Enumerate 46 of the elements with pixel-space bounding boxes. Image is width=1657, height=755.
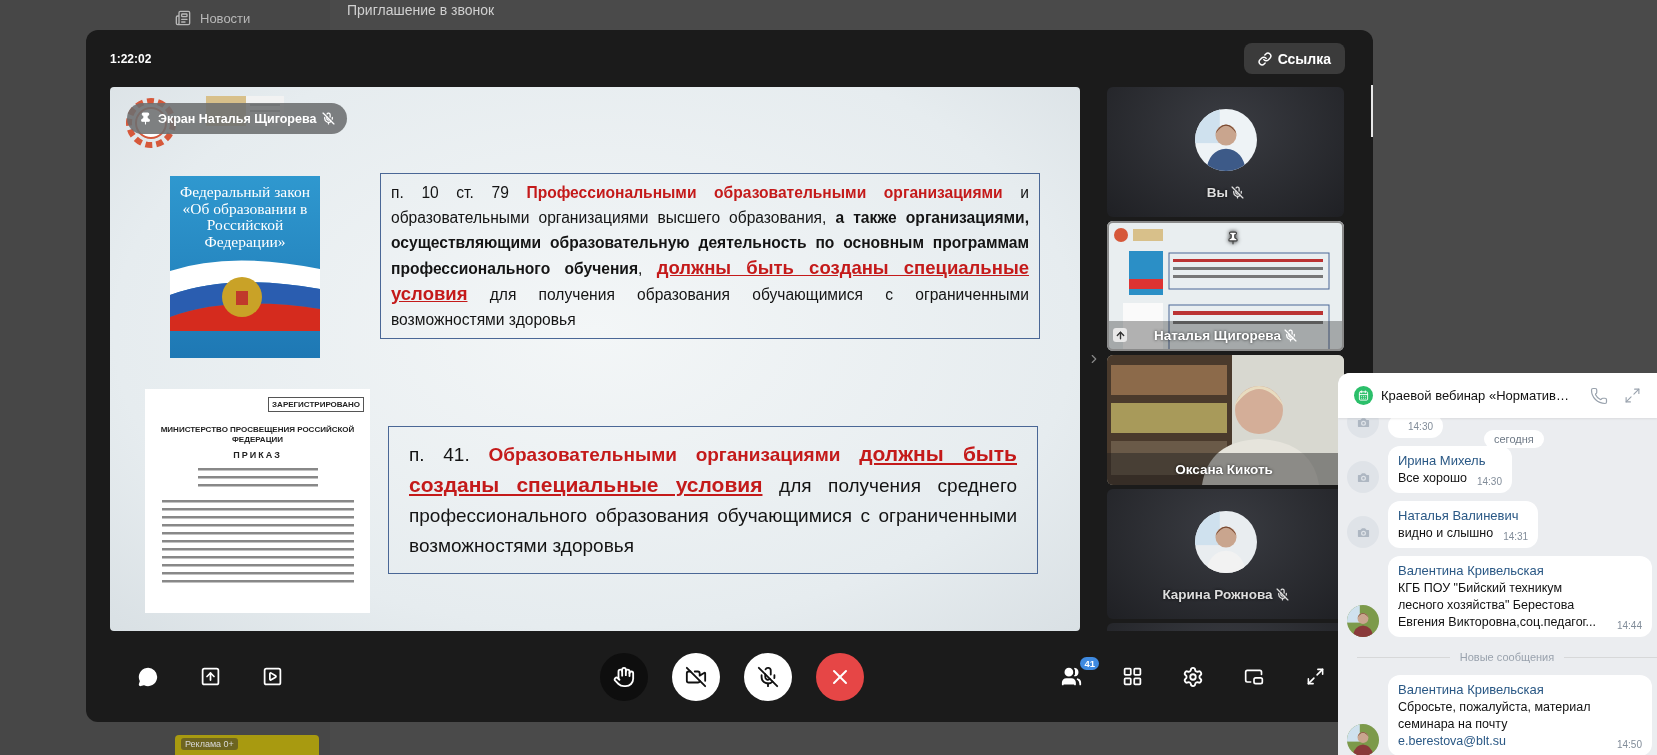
ad-banner[interactable]: Реклама 0+	[175, 735, 319, 755]
document-heading: МИНИСТЕРСТВО ПРОСВЕЩЕНИЯ РОССИЙСКОЙ ФЕДЕРАЦИИ	[159, 425, 356, 445]
scrollbar-thumb[interactable]	[1371, 85, 1373, 137]
link-button[interactable]: Ссылка	[1243, 43, 1345, 74]
nav-item[interactable]: Новости	[200, 10, 251, 26]
message-author: Валентина Кривельская	[1398, 682, 1545, 697]
slide-paragraph: п. 10 ст. 79 Профессиональными образовательными организациями и образовательными организациями высшего образования, а также организациями, осуществляющими образовательную деятельность по основным программам профессионального обучения, должны быть созданы специальные условия для получения образования обучающимися с ограниченными возможностями здоровья	[391, 184, 1029, 328]
page-title: Приглашение в звонок	[347, 2, 496, 18]
message-text: Сбросьте, пожалуйста, материал семинара на почту e.berestova@blt.su	[1398, 699, 1592, 750]
message-text: видно и слышно	[1398, 525, 1494, 542]
date-chip: сегодня	[1484, 430, 1544, 448]
message-author: Валентина Кривельская	[1398, 563, 1545, 578]
document-stamp: ЗАРЕГИСТРИРОВАНО	[268, 397, 364, 412]
pin-icon	[139, 112, 152, 125]
message-time: 14:30	[1408, 421, 1434, 432]
message-time: 14:50	[1616, 739, 1642, 750]
document-title: ПРИКАЗ	[233, 450, 282, 460]
message-time: 14:31	[1503, 531, 1529, 542]
message-time: 14:44	[1616, 620, 1642, 631]
book-title: Федеральный закон «Об образовании в Российской Федерации»	[179, 182, 311, 251]
participant-tile[interactable]: Вы	[1107, 87, 1344, 217]
message-author: Ирина Михель	[1398, 453, 1487, 468]
message-text: КГБ ПОУ "Бийский техникум лесного хозяйства" Берестова Евгения Викторовна,соц.педагог...	[1398, 580, 1598, 631]
participant-name: Карина Рожнова	[1162, 587, 1273, 602]
slide-paragraph: п. 41. Образовательными организациями должны быть созданы специальные условия для получения среднего профессионального образования обучающимися с ограниченными возможностями здоровья	[409, 444, 1017, 556]
participant-name: Наталья Щигорева	[1154, 328, 1281, 343]
participant-name: Оксана Кикоть	[1175, 462, 1273, 477]
participants-count: 41	[1080, 656, 1099, 670]
news-icon[interactable]	[175, 10, 191, 26]
participant-tile[interactable]: Оксана Кикоть	[1107, 355, 1344, 485]
users-icon	[1060, 666, 1082, 687]
message-time: 14:30	[1476, 476, 1502, 487]
mic-off-icon	[756, 665, 779, 688]
ad-label: Реклама 0+	[181, 738, 238, 750]
new-messages-divider: Новые сообщения	[1459, 651, 1555, 663]
participant-name: Вы	[1206, 185, 1229, 200]
upload-icon	[1113, 328, 1127, 342]
call-timer: 1:22:02	[110, 51, 152, 66]
message-text: Все хорошо	[1398, 470, 1467, 487]
link-icon	[1257, 51, 1272, 66]
hand-icon	[612, 665, 635, 688]
presenter-name: Экран Наталья Щигорева	[158, 111, 317, 126]
video-off-icon	[684, 665, 707, 688]
email-link[interactable]: e.berestova@blt.su	[1398, 734, 1506, 748]
message-author: Наталья Валиневич	[1398, 508, 1520, 523]
calendar-icon	[1354, 386, 1373, 405]
